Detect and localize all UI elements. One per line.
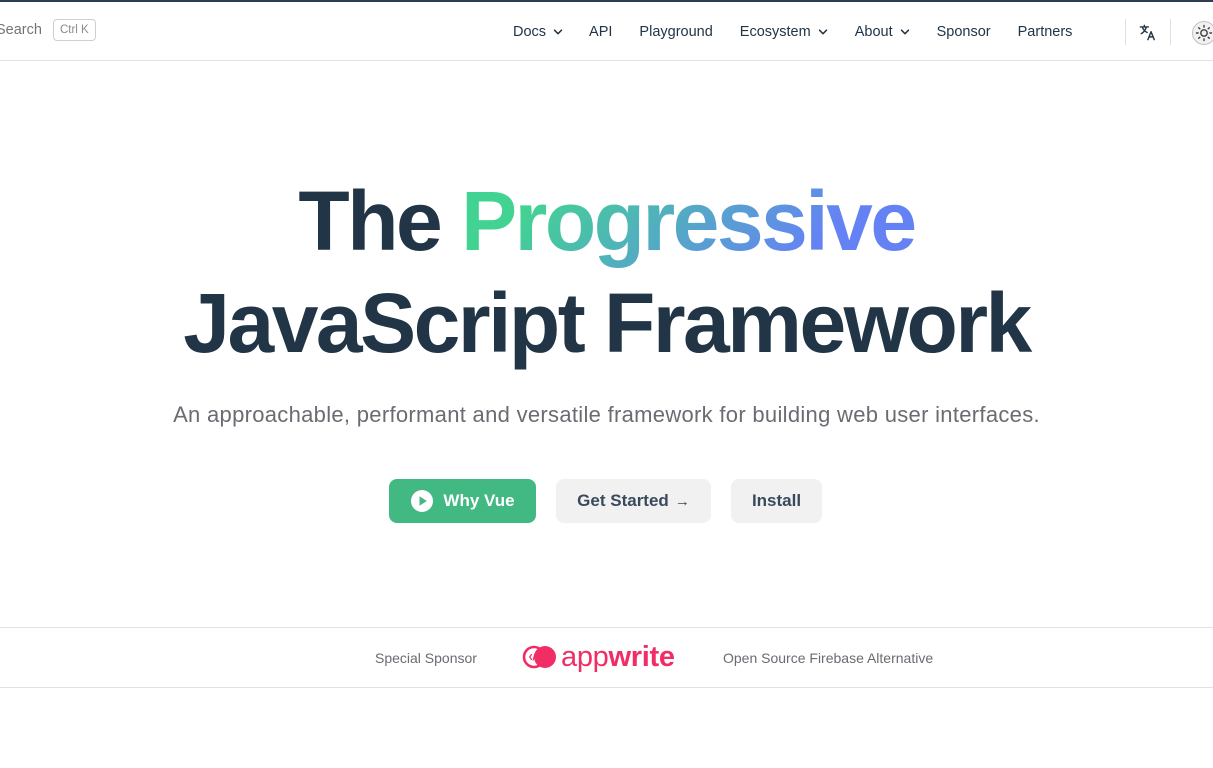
chevron-down-icon bbox=[553, 27, 563, 37]
install-label: Install bbox=[751, 491, 802, 510]
nav-item-label: Ecosystem bbox=[739, 24, 811, 40]
translate-icon[interactable] bbox=[1138, 23, 1157, 42]
appwrite-sponsor-link[interactable]: appwrite bbox=[522, 642, 675, 672]
sponsor-label: Special Sponsor bbox=[375, 650, 477, 666]
nav-item-label: Docs bbox=[513, 24, 547, 40]
play-icon bbox=[410, 489, 434, 513]
nav-item-playground[interactable]: Playground bbox=[639, 24, 712, 40]
get-started-button[interactable]: Get Started → bbox=[556, 479, 711, 523]
sponsor-description: Open Source Firebase Alternative bbox=[723, 650, 934, 666]
sun-icon bbox=[1194, 23, 1213, 43]
why-vue-label: Why Vue bbox=[443, 491, 515, 510]
chevron-down-icon bbox=[900, 27, 910, 37]
nav-item-api[interactable]: API bbox=[589, 24, 612, 40]
nav-item-about[interactable]: About bbox=[855, 24, 910, 40]
nav-item-sponsor[interactable]: Sponsor bbox=[937, 24, 991, 40]
hero-title-line2: JavaScript Framework bbox=[183, 276, 1032, 370]
nav-item-label: About bbox=[854, 24, 893, 40]
get-started-label: Get Started bbox=[577, 491, 669, 510]
search-button[interactable]: Search Ctrl K bbox=[0, 19, 96, 41]
hero-tagline: An approachable, performant and versatil… bbox=[173, 402, 1040, 427]
appwrite-wordmark-bold: write bbox=[608, 641, 675, 673]
nav-item-docs[interactable]: Docs bbox=[513, 24, 563, 40]
appwrite-wordmark-light: app bbox=[561, 641, 609, 673]
search-label: Search bbox=[0, 22, 42, 38]
chevron-down-icon bbox=[818, 27, 828, 37]
hero-title-highlight: Progressive bbox=[461, 174, 917, 268]
nav-item-partners[interactable]: Partners bbox=[1018, 24, 1073, 40]
why-vue-button[interactable]: Why Vue bbox=[389, 479, 536, 523]
nav-item-ecosystem[interactable]: Ecosystem bbox=[740, 24, 828, 40]
appwrite-wordmark: appwrite bbox=[561, 642, 675, 672]
nav-item-label: Playground bbox=[639, 24, 713, 40]
install-button[interactable]: Install bbox=[731, 479, 822, 523]
nav-divider bbox=[1170, 19, 1171, 45]
nav-divider bbox=[1125, 19, 1126, 45]
nav-menu: Docs API Playground Ecosystem About Spon… bbox=[513, 22, 1072, 42]
theme-toggle[interactable] bbox=[1192, 21, 1213, 45]
nav-item-label: API bbox=[589, 24, 613, 40]
arrow-right-icon: → bbox=[674, 492, 690, 510]
nav-item-label: Partners bbox=[1017, 24, 1073, 40]
hero-title-word: The bbox=[298, 174, 442, 268]
hero-actions: Why Vue Get Started → Install bbox=[0, 479, 1213, 523]
hero-title-line1: The Progressive bbox=[0, 173, 1213, 269]
nav-item-label: Sponsor bbox=[936, 24, 991, 40]
appwrite-logo-icon bbox=[522, 644, 557, 670]
special-sponsor-bar: Special Sponsor appwrite Open Source Fir… bbox=[0, 627, 1213, 688]
top-navbar: Search Ctrl K Docs API Playground Ecosys… bbox=[0, 2, 1213, 61]
search-shortcut-badge: Ctrl K bbox=[52, 19, 96, 41]
